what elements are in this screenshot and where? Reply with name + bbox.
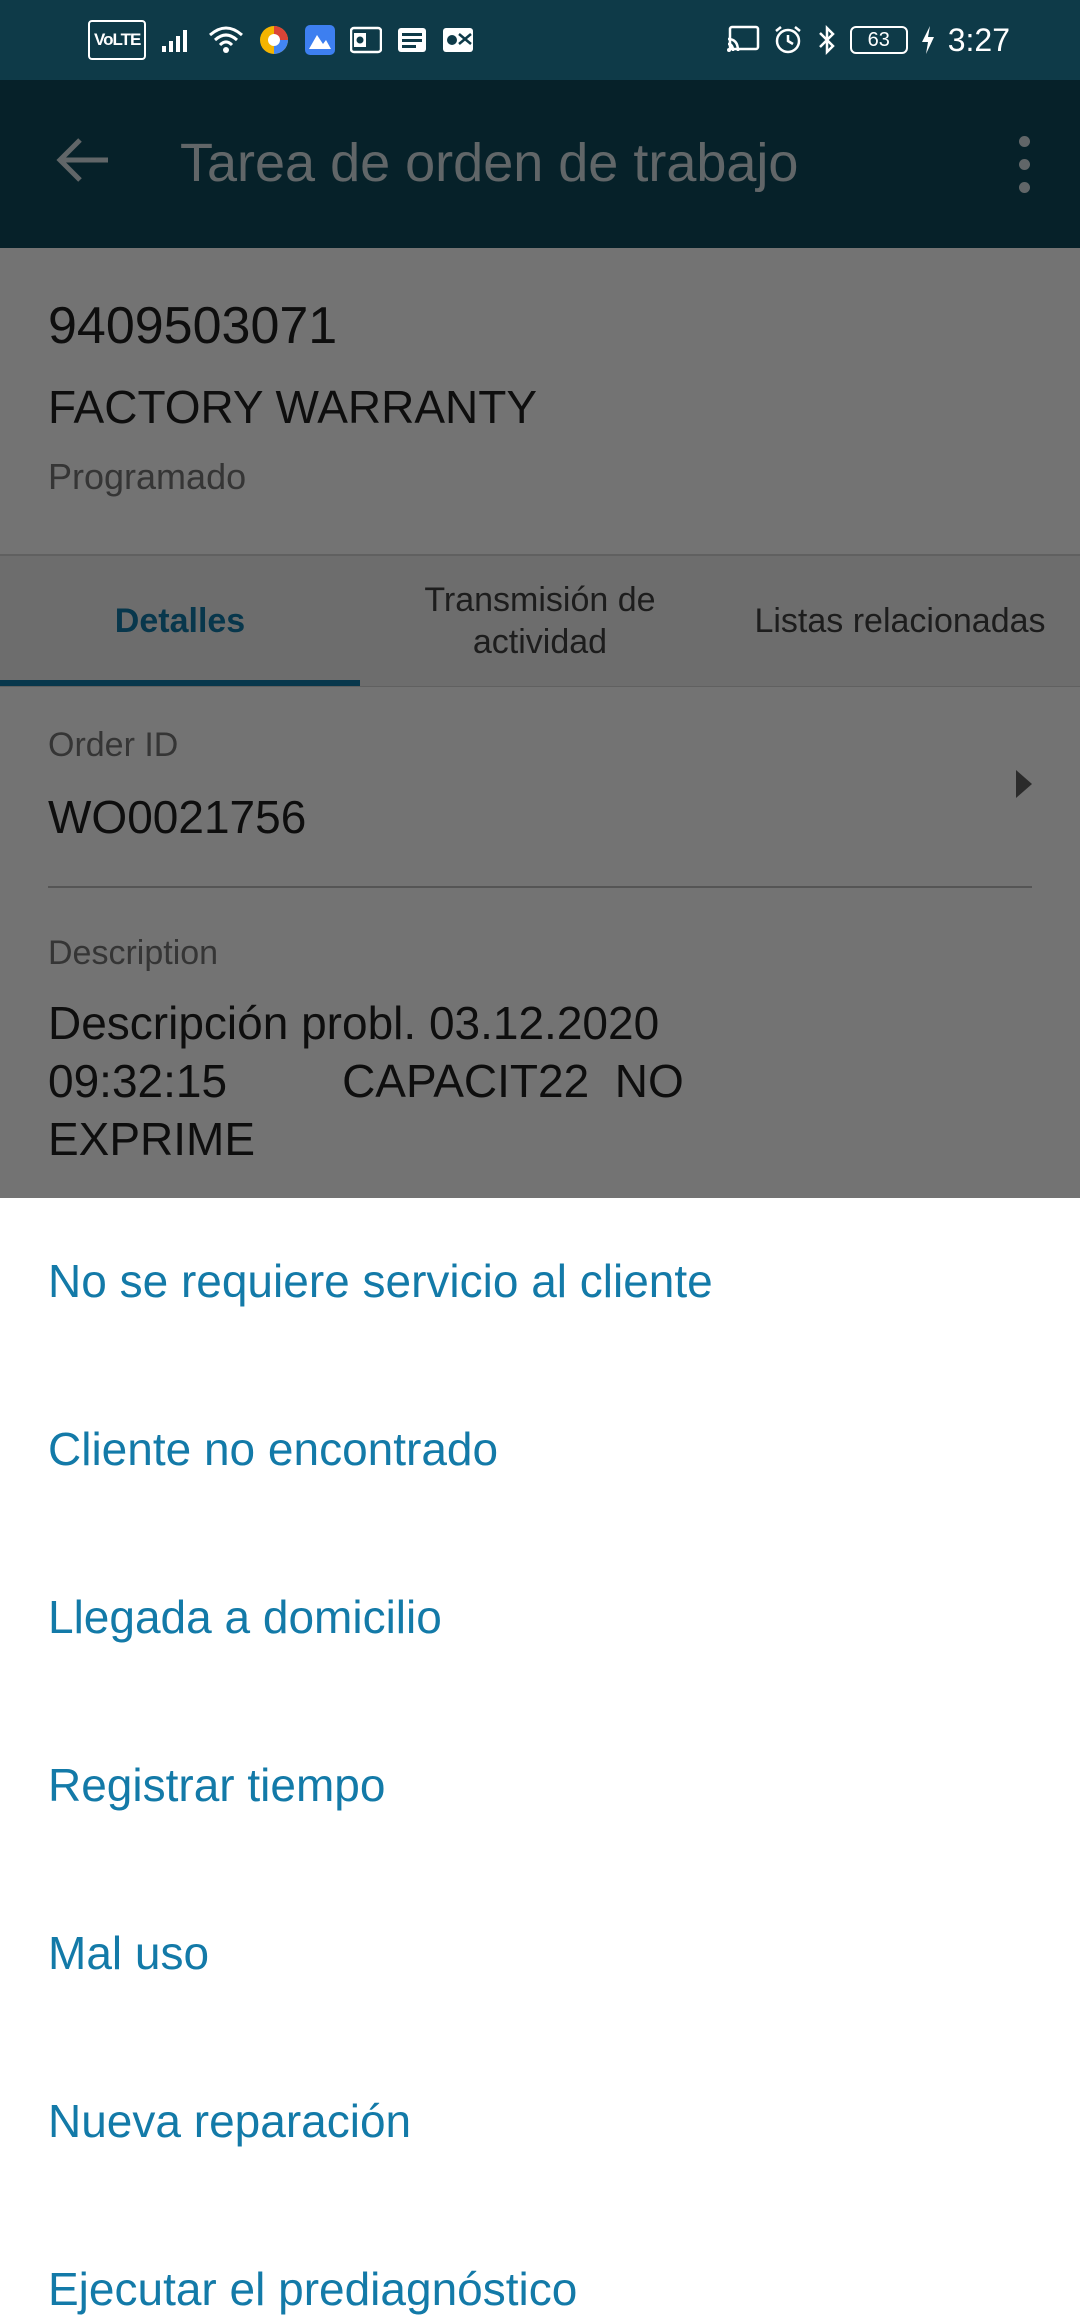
order-id-label: Order ID bbox=[48, 726, 179, 764]
battery-icon: 63 bbox=[849, 26, 908, 54]
actions-bottom-sheet: No se requiere servicio al cliente Clien… bbox=[0, 1198, 1080, 2315]
order-id-value[interactable]: WO0021756 bbox=[48, 790, 306, 844]
outlook-mail-icon bbox=[442, 22, 474, 58]
action-misuse[interactable]: Mal uso bbox=[48, 1926, 209, 1980]
status-bar: VoLTE 63 3:27 bbox=[0, 0, 1080, 80]
status-time: 3:27 bbox=[947, 21, 1010, 58]
tab-detalles[interactable]: Detalles bbox=[0, 556, 360, 686]
status-bar-left: VoLTE bbox=[88, 18, 474, 62]
arrow-back-icon[interactable] bbox=[48, 124, 120, 196]
outlook-icon bbox=[350, 22, 383, 58]
alarm-icon bbox=[772, 22, 804, 58]
work-order-id: 9409503071 bbox=[48, 297, 338, 355]
app-bar: Tarea de orden de trabajo bbox=[0, 80, 1080, 248]
news-icon bbox=[396, 22, 428, 58]
field-divider bbox=[48, 886, 1032, 888]
chevron-right-icon[interactable] bbox=[1016, 770, 1032, 798]
action-customer-not-found[interactable]: Cliente no encontrado bbox=[48, 1422, 498, 1476]
work-order-name: FACTORY WARRANTY bbox=[48, 381, 538, 433]
tab-bar: Detalles Transmisión de actividad Listas… bbox=[0, 554, 1080, 687]
charging-icon bbox=[920, 22, 936, 58]
more-vert-icon[interactable] bbox=[1006, 130, 1042, 202]
volte-indicator: VoLTE bbox=[88, 20, 147, 60]
action-no-service-required[interactable]: No se requiere servicio al cliente bbox=[48, 1254, 713, 1308]
status-bar-right: 63 3:27 bbox=[726, 18, 1010, 62]
tab-listas-relacionadas[interactable]: Listas relacionadas bbox=[720, 556, 1080, 686]
description-value: Descripción probl. 03.12.2020 09:32:15 C… bbox=[48, 997, 684, 1165]
signal-icon bbox=[160, 22, 194, 58]
tab-transmision-actividad[interactable]: Transmisión de actividad bbox=[360, 556, 720, 686]
action-run-prediagnosis[interactable]: Ejecutar el prediagnóstico bbox=[48, 2262, 577, 2316]
bluetooth-icon bbox=[816, 22, 838, 58]
description-label: Description bbox=[48, 934, 219, 972]
wifi-icon bbox=[208, 22, 244, 58]
cast-icon bbox=[726, 22, 760, 58]
work-order-status: Programado bbox=[48, 456, 247, 497]
action-new-repair[interactable]: Nueva reparación bbox=[48, 2094, 411, 2148]
browser-icon bbox=[258, 22, 290, 58]
action-record-time[interactable]: Registrar tiempo bbox=[48, 1758, 385, 1812]
gallery-icon bbox=[304, 22, 336, 58]
action-arrival-at-home[interactable]: Llegada a domicilio bbox=[48, 1590, 442, 1644]
page-title: Tarea de orden de trabajo bbox=[180, 133, 799, 193]
tab-indicator bbox=[0, 680, 360, 686]
